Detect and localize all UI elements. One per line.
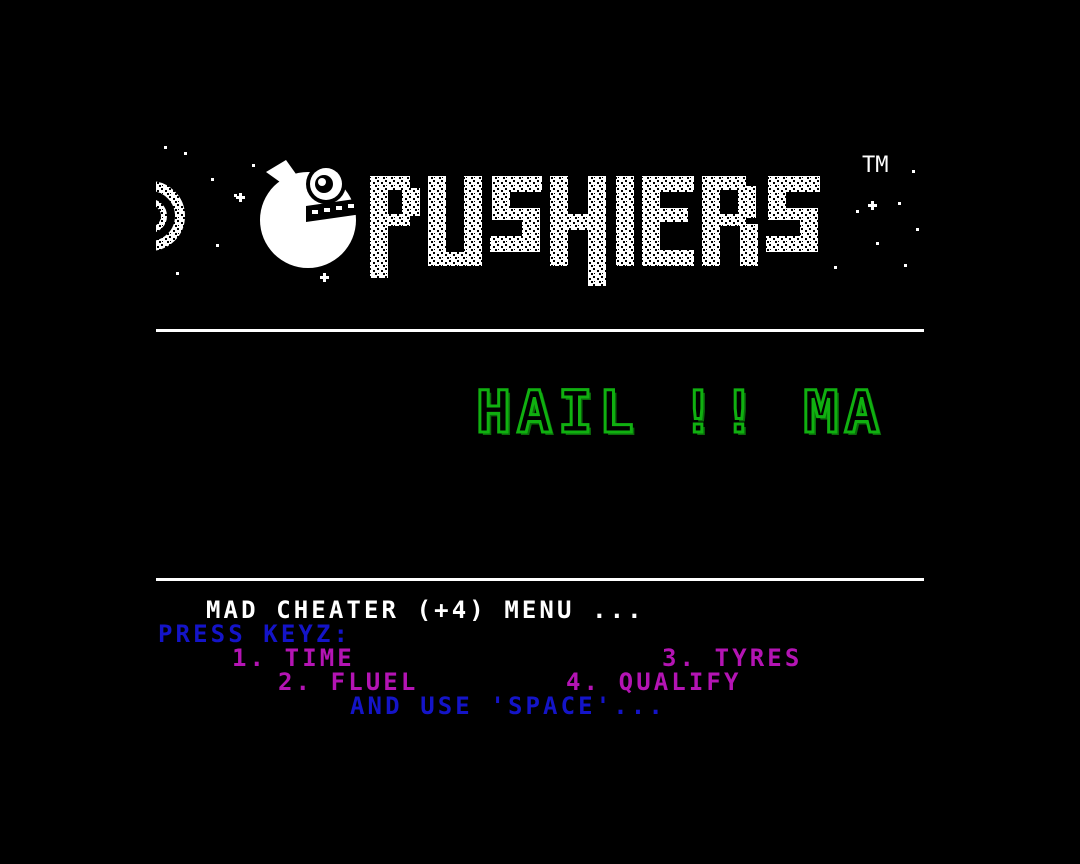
space-instruction: AND USE 'SPACE'... <box>350 692 666 720</box>
game-screen: TM HAIL !! MA MAD CHEATER (+4) MENU ... … <box>0 0 1080 864</box>
logo-artwork: TM <box>156 146 919 286</box>
press-keys-prompt: PRESS KEYZ: <box>158 620 352 648</box>
bottom-divider <box>156 578 924 581</box>
menu-title: MAD CHEATER (+4) MENU ... <box>206 596 645 624</box>
top-divider <box>156 329 924 332</box>
option-fuel[interactable]: 2. FLUEL <box>278 670 418 694</box>
scroll-message: HAIL !! MA <box>156 380 924 444</box>
game-logo: TM <box>156 140 924 290</box>
character-mascot <box>260 160 362 268</box>
trademark-label: TM <box>862 153 889 178</box>
ring-ornament <box>156 181 185 251</box>
option-qualify[interactable]: 4. QUALIFY <box>566 670 742 694</box>
option-time[interactable]: 1. TIME <box>232 646 355 670</box>
option-tyres[interactable]: 3. TYRES <box>662 646 802 670</box>
scroll-text: HAIL !! MA <box>474 380 886 444</box>
logo-letters <box>370 176 820 286</box>
